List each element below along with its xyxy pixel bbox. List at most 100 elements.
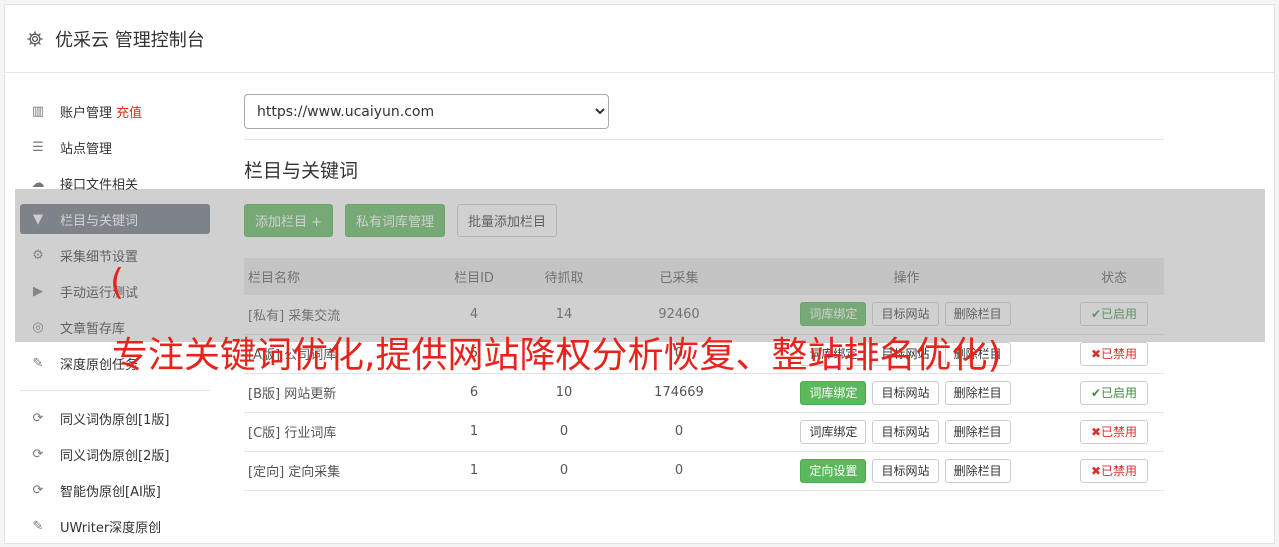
header-bar: 优采云 管理控制台 [5,5,1274,73]
check-icon: ✔ [1090,307,1102,322]
status-label: 已禁用 [1101,424,1138,439]
toolbar: 添加栏目 + 私有词库管理 批量添加栏目 [244,204,1164,238]
table-row: [定向] 定向采集 1 0 0 定向设置 目标网站 删除栏目 ✖已禁用 [244,451,1164,491]
status-toggle[interactable]: ✖已禁用 [1079,341,1149,366]
col-header-pending: 待抓取 [519,258,609,295]
sidebar-item[interactable]: ▥ 账户管理 充值 [20,96,210,126]
overlay-text: 专注关键词优化,提供网站降权分析恢复、整站排名优化) [112,335,1002,376]
pending-count[interactable]: 10 [519,373,609,413]
status-cell: ✔已启用 [1064,295,1164,335]
sidebar-item[interactable]: ⟳ 同义词伪原创[2版] [20,439,210,469]
filter-icon: ▼ [33,211,43,227]
column-name: 网站更新 [284,387,337,402]
status-toggle[interactable]: ✖已禁用 [1079,458,1149,483]
section-title: 栏目与关键词 [244,160,359,182]
divider [244,139,1164,140]
cogs-icon: ⚙ [32,247,44,263]
delete-column-button[interactable]: 删除栏目 [944,458,1011,483]
delete-column-button[interactable]: 删除栏目 [944,380,1011,405]
edit-icon: ✎ [32,355,44,371]
status-label: 已禁用 [1101,463,1138,478]
column-tag: [私有] [248,308,285,324]
gear-icon [25,29,45,49]
column-name-cell[interactable]: [定向] 定向采集 [244,451,429,491]
pending-count[interactable]: 0 [519,451,609,491]
status-cell: ✖已禁用 [1064,451,1164,491]
target-site-button[interactable]: 目标网站 [872,458,939,483]
sidebar-item-label: 同义词伪原创[2版] [60,448,170,464]
status-toggle[interactable]: ✖已禁用 [1079,419,1149,444]
sidebar-item[interactable]: ▼ 栏目与关键词 [20,204,210,234]
bar-chart-icon: ▥ [31,103,45,119]
sidebar-item-label: 接口文件相关 [60,177,139,193]
add-column-button[interactable]: 添加栏目 + [244,204,334,237]
target-site-button[interactable]: 目标网站 [872,419,939,444]
status-label: 已启用 [1101,307,1138,322]
bind-lexicon-button[interactable]: 定向设置 [800,458,867,483]
sidebar-item-label: 手动运行测试 [60,285,139,301]
refresh-icon: ⟳ [32,410,44,426]
sidebar-item-label: 智能伪原创[AI版] [60,484,161,500]
col-header-name: 栏目名称 [244,258,429,295]
cloud-upload-icon: ☁ [31,175,45,191]
status-toggle[interactable]: ✔已启用 [1079,302,1149,327]
sidebar-item-label: 账户管理 [60,105,113,121]
column-name-cell[interactable]: [B版] 网站更新 [244,373,429,413]
column-tag: [定向] [248,465,285,480]
table-row: [C版] 行业词库 1 0 0 词库绑定 目标网站 删除栏目 ✖已禁用 [244,412,1164,452]
sidebar-item[interactable]: ⟳ 同义词伪原创[1版] [20,403,210,433]
bind-lexicon-button[interactable]: 词库绑定 [800,380,867,405]
delete-column-button[interactable]: 删除栏目 [944,302,1011,327]
column-id: 1 [429,451,519,491]
sidebar-item-label: 栏目与关键词 [60,213,139,229]
recharge-link[interactable]: 充值 [116,102,142,121]
bind-lexicon-button[interactable]: 词库绑定 [800,302,867,327]
collected-count: 174669 [609,373,749,413]
status-toggle[interactable]: ✔已启用 [1079,380,1149,405]
col-header-collected: 已采集 [609,258,749,295]
batch-add-button[interactable]: 批量添加栏目 [457,204,558,237]
check-icon: ✔ [1090,385,1102,400]
col-header-status: 状态 [1064,258,1164,295]
column-tag: [B版] [248,387,281,402]
column-name: 定向采集 [288,465,341,480]
collected-count: 0 [609,451,749,491]
private-lexicon-button[interactable]: 私有词库管理 [345,204,446,237]
actions-cell: 定向设置 目标网站 删除栏目 [749,451,1064,491]
sidebar-item[interactable]: ⟳ 智能伪原创[AI版] [20,475,210,505]
server-icon: ☰ [32,139,44,155]
sidebar-item-label: UWriter深度原创 [60,520,162,536]
target-site-button[interactable]: 目标网站 [872,380,939,405]
sidebar-item[interactable]: ☁ 接口文件相关 [20,168,210,198]
sidebar-item[interactable]: ✎ UWriter深度原创 [20,511,210,541]
column-id: 6 [429,373,519,413]
sidebar-divider [20,390,210,391]
status-label: 已禁用 [1101,346,1138,361]
col-header-actions: 操作 [749,258,1064,295]
sidebar-item[interactable]: ☰ 站点管理 [20,132,210,162]
refresh-icon: ⟳ [32,446,44,462]
database-icon: ◎ [32,319,44,335]
refresh-icon: ⟳ [32,482,44,498]
page-title: 优采云 管理控制台 [55,29,205,51]
site-select[interactable]: https://www.ucaiyun.com [244,94,609,129]
table-row: [B版] 网站更新 6 10 174669 词库绑定 目标网站 删除栏目 ✔已启用 [244,373,1164,413]
target-site-button[interactable]: 目标网站 [872,302,939,327]
pending-count[interactable]: 0 [519,412,609,452]
edit-icon: ✎ [32,518,44,534]
column-name-cell[interactable]: [C版] 行业词库 [244,412,429,452]
column-name: 采集交流 [288,308,341,324]
sidebar-item-label: 采集细节设置 [60,249,139,265]
col-header-id: 栏目ID [429,258,519,295]
bind-lexicon-button[interactable]: 词库绑定 [800,419,867,444]
overlay-paren: ( [110,262,125,303]
close-icon: ✖ [1090,463,1102,478]
status-cell: ✖已禁用 [1064,334,1164,374]
column-id: 1 [429,412,519,452]
collected-count: 0 [609,412,749,452]
table-header: 栏目名称 栏目ID 待抓取 已采集 操作 状态 [244,258,1164,295]
status-label: 已启用 [1101,385,1138,400]
main-content: https://www.ucaiyun.com 栏目与关键词 添加栏目 + 私有… [244,94,1164,491]
delete-column-button[interactable]: 删除栏目 [944,419,1011,444]
sidebar-item-label: 同义词伪原创[1版] [60,412,170,428]
